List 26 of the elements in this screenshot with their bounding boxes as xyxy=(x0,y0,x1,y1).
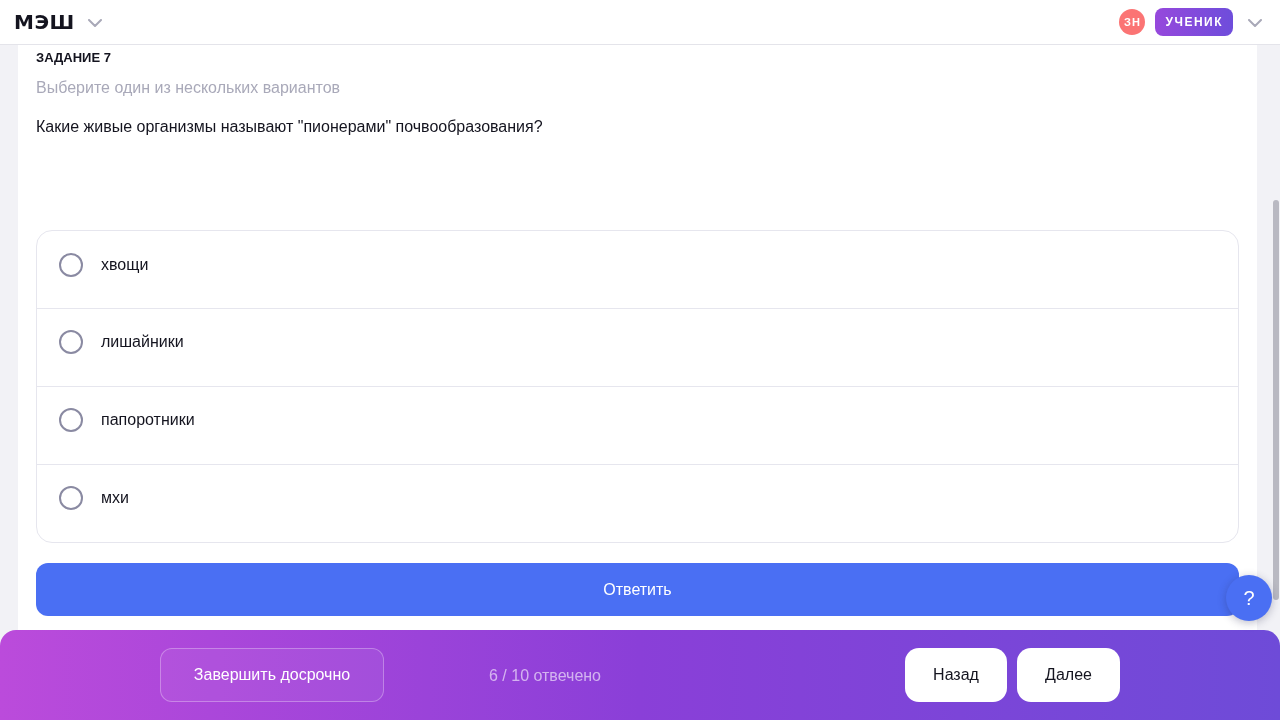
answer-option[interactable]: папоротники xyxy=(37,386,1238,464)
option-label: хвощи xyxy=(101,255,149,275)
logo[interactable]: МЭШ xyxy=(14,11,75,33)
answer-option[interactable]: лишайники xyxy=(37,308,1238,386)
task-instruction: Выберите один из нескольких вариантов xyxy=(36,78,342,98)
chevron-down-icon[interactable] xyxy=(87,19,102,27)
back-button[interactable]: Назад xyxy=(905,648,1007,702)
answer-option[interactable]: мхи xyxy=(37,464,1238,542)
chevron-down-icon[interactable] xyxy=(1248,19,1262,27)
option-label: папоротники xyxy=(101,410,195,430)
next-button[interactable]: Далее xyxy=(1017,648,1120,702)
answer-button[interactable]: Ответить xyxy=(36,563,1239,616)
progress-text: 6 / 10 отвечено xyxy=(489,666,601,686)
scrollbar-thumb[interactable] xyxy=(1273,200,1279,600)
radio-button[interactable] xyxy=(59,330,83,354)
radio-button[interactable] xyxy=(59,486,83,510)
radio-button[interactable] xyxy=(59,408,83,432)
finish-early-button[interactable]: Завершить досрочно xyxy=(160,648,384,702)
question-text: Какие живые организмы называют "пионерами" почвообразования? xyxy=(36,117,544,137)
task-number: ЗАДАНИЕ 7 xyxy=(36,50,112,66)
role-badge[interactable]: УЧЕНИК xyxy=(1155,8,1233,36)
help-button[interactable]: ? xyxy=(1226,575,1272,621)
answer-option[interactable]: хвощи xyxy=(37,231,1238,308)
option-label: мхи xyxy=(101,488,129,508)
radio-button[interactable] xyxy=(59,253,83,277)
option-label: лишайники xyxy=(101,332,184,352)
